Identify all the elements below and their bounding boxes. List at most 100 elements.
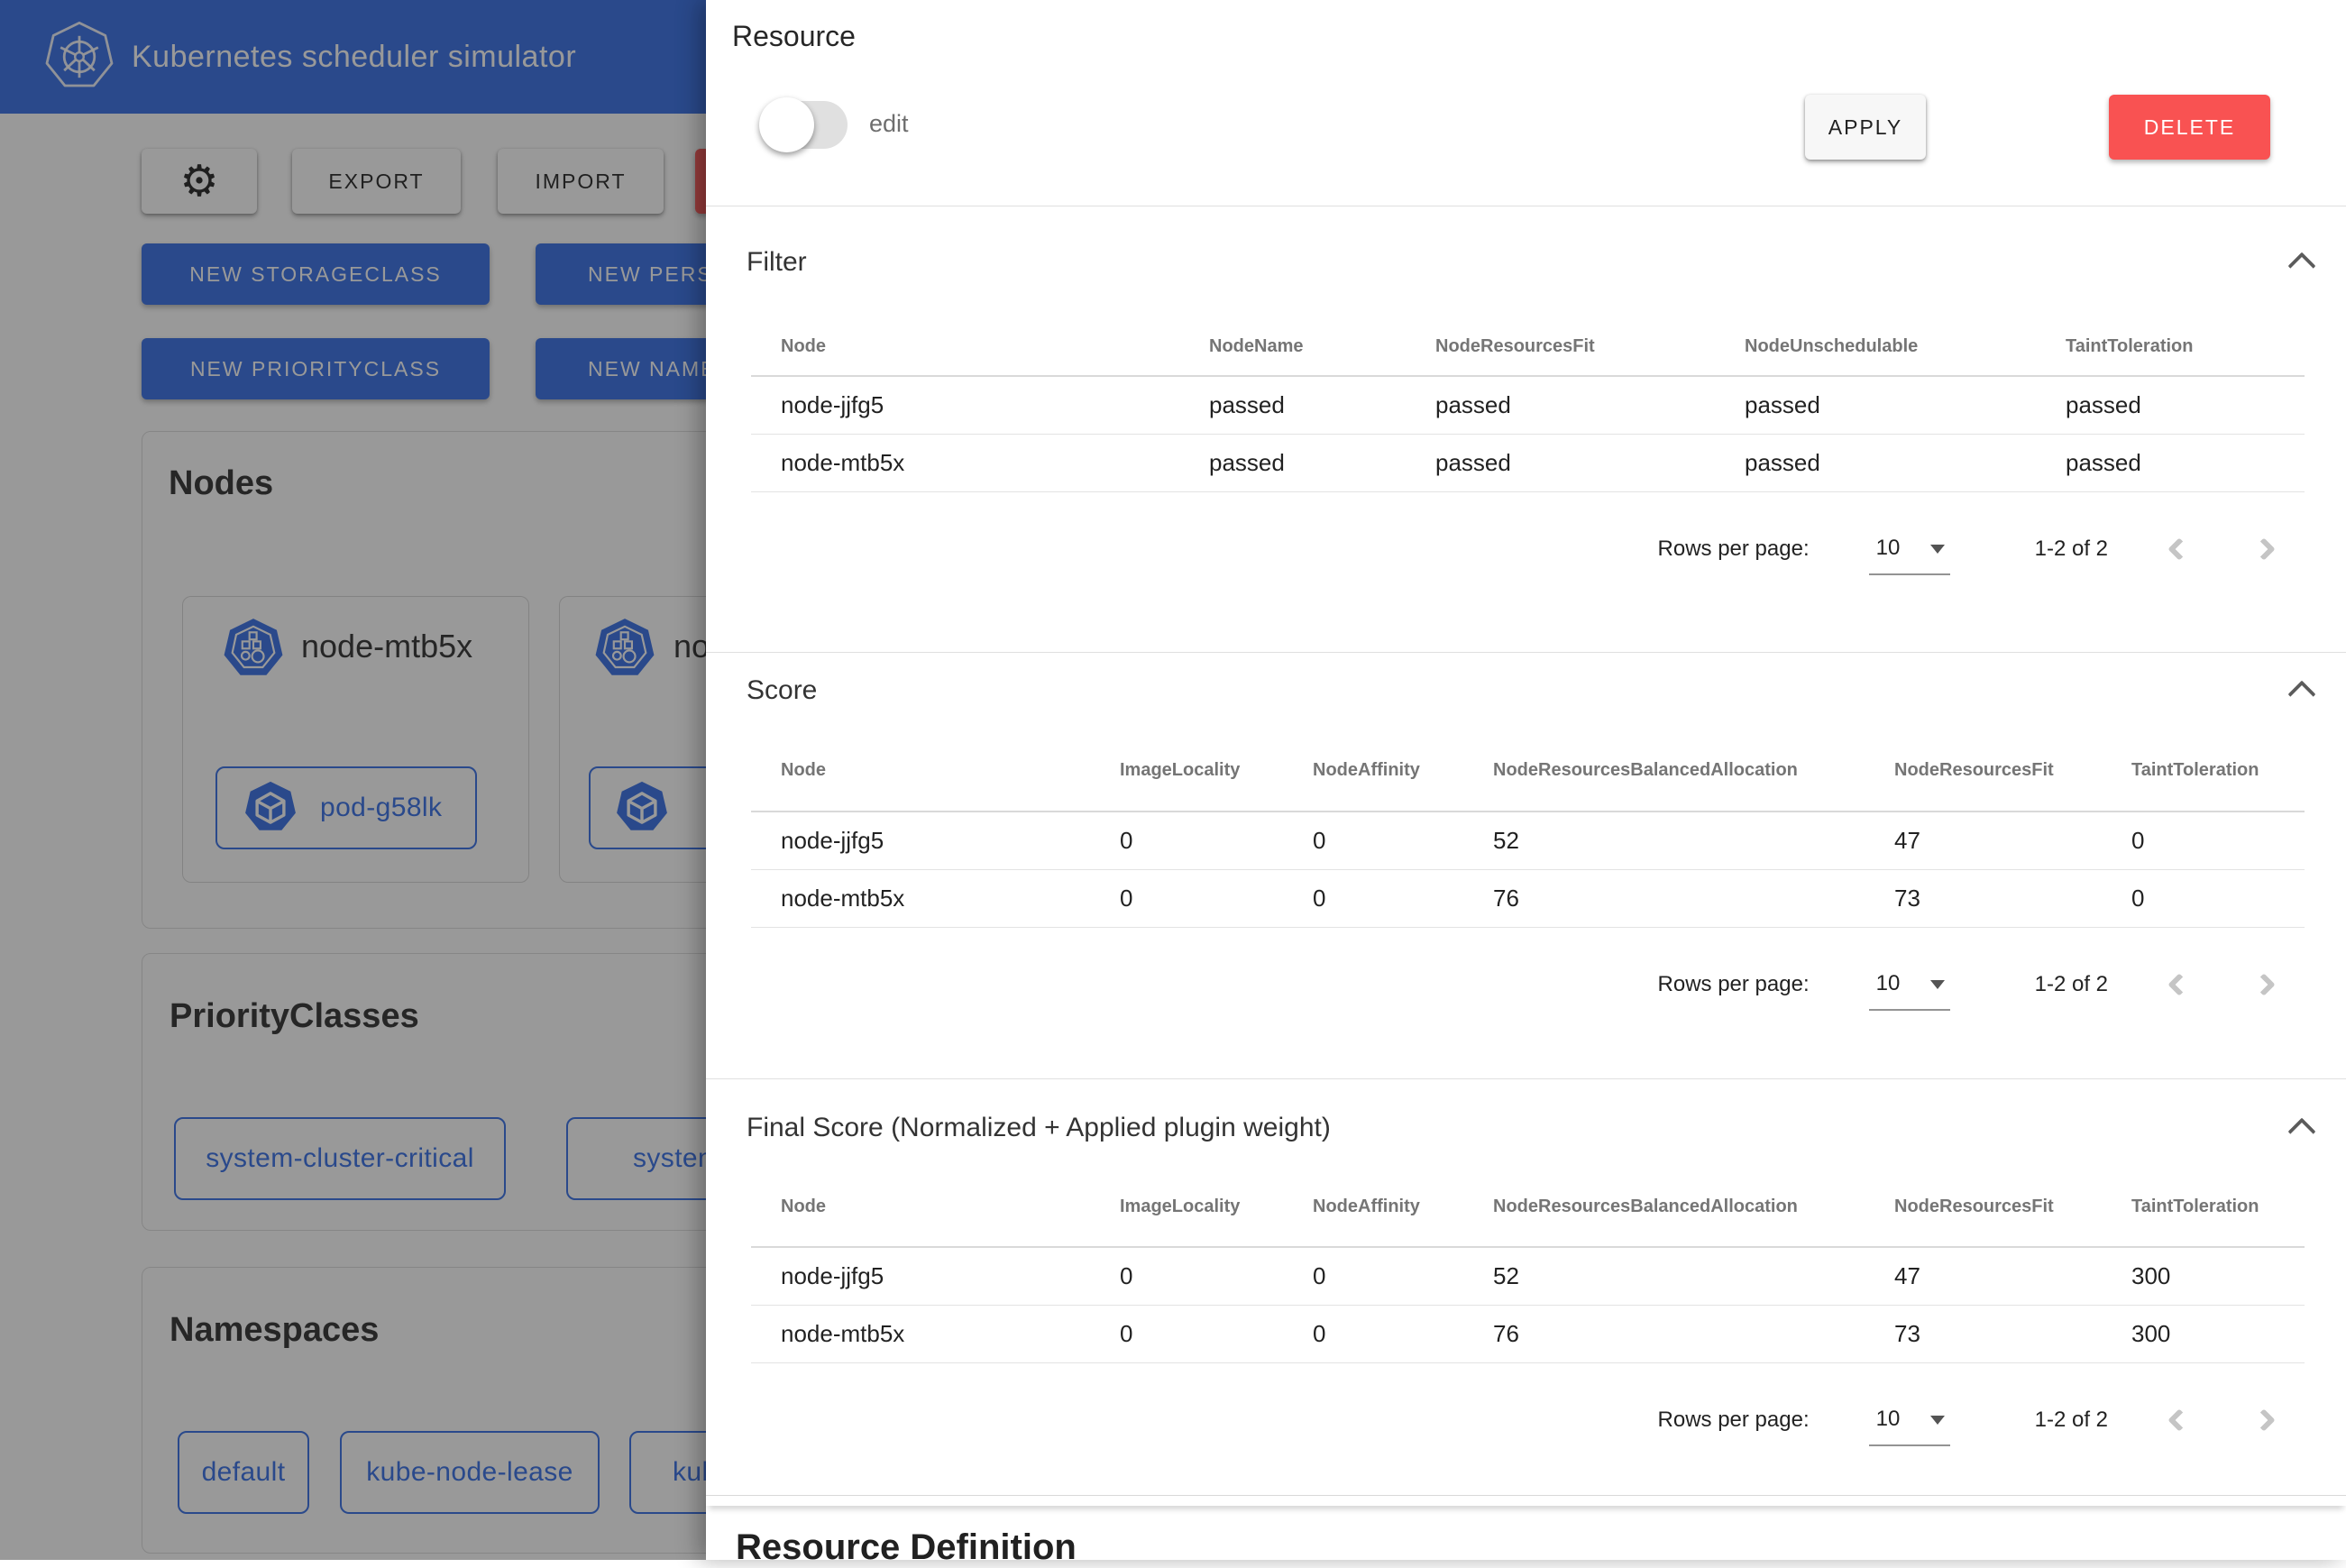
page-range-label: 1-2 of 2 bbox=[2035, 972, 2108, 997]
table-cell: node-mtb5x bbox=[751, 885, 1090, 912]
edit-toggle-label: edit bbox=[869, 110, 909, 138]
table-cell: node-mtb5x bbox=[751, 449, 1179, 477]
table-cell: 0 bbox=[2102, 885, 2305, 912]
divider bbox=[706, 652, 2346, 653]
table-cell: 0 bbox=[1283, 1262, 1463, 1290]
final-score-table-header: Node ImageLocality NodeAffinity NodeReso… bbox=[751, 1168, 2305, 1248]
column-header: NodeResourcesFit bbox=[1865, 1197, 2102, 1217]
final-score-section-title: Final Score (Normalized + Applied plugin… bbox=[747, 1113, 1331, 1143]
table-row: node-jjfg5 0 0 52 47 0 bbox=[751, 812, 2305, 870]
column-header: NodeUnschedulable bbox=[1715, 336, 2036, 357]
score-pagination: Rows per page: 10 1-2 of 2 bbox=[751, 956, 2305, 1013]
column-header: ImageLocality bbox=[1090, 760, 1283, 781]
column-header: NodeResourcesFit bbox=[1865, 760, 2102, 781]
delete-button[interactable]: DELETE bbox=[2109, 95, 2270, 160]
rows-per-page-label: Rows per page: bbox=[1658, 972, 1810, 997]
previous-page-icon[interactable] bbox=[2167, 973, 2190, 995]
table-cell: passed bbox=[1406, 391, 1715, 419]
resource-drawer: Resource edit APPLY DELETE Filter Node N… bbox=[706, 0, 2346, 1560]
collapse-filter-icon[interactable] bbox=[2287, 252, 2315, 280]
table-cell: node-jjfg5 bbox=[751, 391, 1179, 419]
divider bbox=[706, 1078, 2346, 1079]
table-cell: passed bbox=[2036, 449, 2305, 477]
table-row: node-mtb5x 0 0 76 73 0 bbox=[751, 870, 2305, 928]
column-header: NodeAffinity bbox=[1283, 1197, 1463, 1217]
column-header: TaintToleration bbox=[2102, 760, 2305, 781]
rows-per-page-select[interactable]: 10 bbox=[1869, 523, 1950, 575]
table-cell: 0 bbox=[1090, 885, 1283, 912]
table-cell: 0 bbox=[2102, 827, 2305, 855]
apply-button[interactable]: APPLY bbox=[1805, 95, 1926, 160]
table-cell: 0 bbox=[1283, 1320, 1463, 1348]
filter-section-title: Filter bbox=[747, 247, 807, 278]
rows-per-page-select[interactable]: 10 bbox=[1869, 1394, 1950, 1446]
column-header: ImageLocality bbox=[1090, 1197, 1283, 1217]
score-section-title: Score bbox=[747, 675, 817, 706]
table-cell: 300 bbox=[2102, 1262, 2305, 1290]
table-cell: passed bbox=[1406, 449, 1715, 477]
rows-per-page-label: Rows per page: bbox=[1658, 1408, 1810, 1433]
caret-down-icon bbox=[1930, 545, 1945, 554]
drawer-title: Resource bbox=[732, 20, 856, 53]
collapse-score-icon[interactable] bbox=[2287, 680, 2315, 708]
filter-table: Node NodeName NodeResourcesFit NodeUnsch… bbox=[751, 317, 2305, 492]
table-cell: node-jjfg5 bbox=[751, 827, 1090, 855]
table-cell: passed bbox=[1715, 449, 2036, 477]
table-cell: 0 bbox=[1090, 1320, 1283, 1348]
column-header: NodeResourcesBalancedAllocation bbox=[1463, 760, 1865, 781]
table-cell: 0 bbox=[1090, 1262, 1283, 1290]
table-cell: 76 bbox=[1463, 885, 1865, 912]
table-row: node-mtb5x 0 0 76 73 300 bbox=[751, 1306, 2305, 1363]
column-header: TaintToleration bbox=[2102, 1197, 2305, 1217]
table-cell: 0 bbox=[1283, 885, 1463, 912]
table-cell: 300 bbox=[2102, 1320, 2305, 1348]
resource-definition-title: Resource Definition bbox=[736, 1527, 1077, 1568]
table-cell: passed bbox=[2036, 391, 2305, 419]
table-cell: 76 bbox=[1463, 1320, 1865, 1348]
caret-down-icon bbox=[1930, 1416, 1945, 1425]
previous-page-icon[interactable] bbox=[2167, 1408, 2190, 1431]
next-page-icon[interactable] bbox=[2252, 537, 2275, 560]
sheet-bottom-edge bbox=[706, 1495, 2346, 1506]
column-header: NodeName bbox=[1179, 336, 1406, 357]
rows-per-page-label: Rows per page: bbox=[1658, 536, 1810, 562]
column-header: Node bbox=[751, 760, 1090, 781]
column-header: NodeAffinity bbox=[1283, 760, 1463, 781]
filter-pagination: Rows per page: 10 1-2 of 2 bbox=[751, 520, 2305, 578]
page-range-label: 1-2 of 2 bbox=[2035, 536, 2108, 562]
column-header: Node bbox=[751, 336, 1179, 357]
table-cell: 47 bbox=[1865, 1262, 2102, 1290]
table-cell: node-mtb5x bbox=[751, 1320, 1090, 1348]
next-page-icon[interactable] bbox=[2252, 973, 2275, 995]
page-range-label: 1-2 of 2 bbox=[2035, 1408, 2108, 1433]
table-cell: 52 bbox=[1463, 827, 1865, 855]
column-header: Node bbox=[751, 1197, 1090, 1217]
table-row: node-jjfg5 0 0 52 47 300 bbox=[751, 1248, 2305, 1306]
table-cell: 73 bbox=[1865, 1320, 2102, 1348]
score-table-header: Node ImageLocality NodeAffinity NodeReso… bbox=[751, 730, 2305, 812]
rows-per-page-select[interactable]: 10 bbox=[1869, 958, 1950, 1011]
table-cell: passed bbox=[1715, 391, 2036, 419]
column-header: TaintToleration bbox=[2036, 336, 2305, 357]
table-cell: 47 bbox=[1865, 827, 2102, 855]
rows-per-page-value: 10 bbox=[1869, 971, 1901, 996]
table-row: node-jjfg5 passed passed passed passed bbox=[751, 377, 2305, 435]
table-cell: node-jjfg5 bbox=[751, 1262, 1090, 1290]
previous-page-icon[interactable] bbox=[2167, 537, 2190, 560]
table-cell: passed bbox=[1179, 449, 1406, 477]
column-header: NodeResourcesFit bbox=[1406, 336, 1715, 357]
next-page-icon[interactable] bbox=[2252, 1408, 2275, 1431]
table-row: node-mtb5x passed passed passed passed bbox=[751, 435, 2305, 492]
rows-per-page-value: 10 bbox=[1869, 1407, 1901, 1432]
rows-per-page-value: 10 bbox=[1869, 536, 1901, 561]
caret-down-icon bbox=[1930, 980, 1945, 989]
table-cell: passed bbox=[1179, 391, 1406, 419]
score-table: Node ImageLocality NodeAffinity NodeReso… bbox=[751, 730, 2305, 928]
final-score-pagination: Rows per page: 10 1-2 of 2 bbox=[751, 1391, 2305, 1449]
filter-table-header: Node NodeName NodeResourcesFit NodeUnsch… bbox=[751, 317, 2305, 377]
table-cell: 0 bbox=[1283, 827, 1463, 855]
final-score-table: Node ImageLocality NodeAffinity NodeReso… bbox=[751, 1168, 2305, 1363]
column-header: NodeResourcesBalancedAllocation bbox=[1463, 1197, 1865, 1217]
edit-toggle-thumb[interactable] bbox=[759, 97, 814, 152]
collapse-final-score-icon[interactable] bbox=[2287, 1117, 2315, 1145]
